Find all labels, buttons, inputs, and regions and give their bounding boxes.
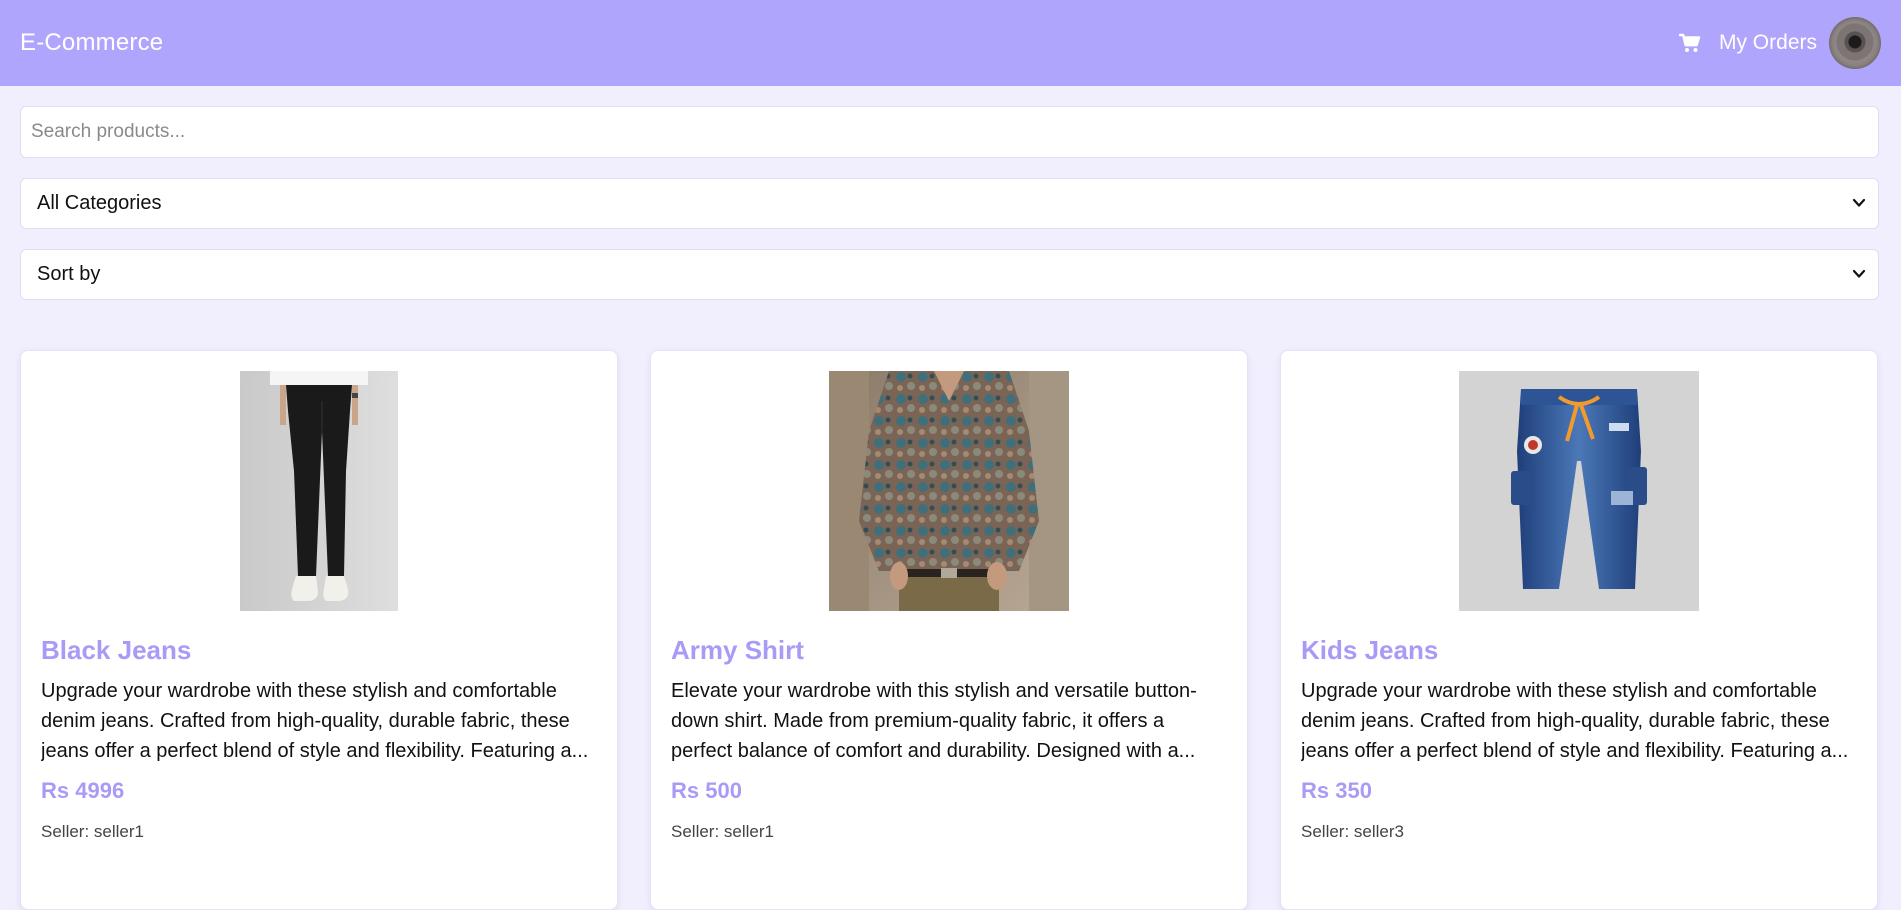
product-description: Elevate your wardrobe with this stylish …: [671, 680, 1197, 762]
category-select-value: All Categories: [37, 192, 162, 214]
nav-right: My Orders: [1678, 17, 1881, 69]
filters-section: All Categories Sort by: [0, 86, 1901, 300]
product-card[interactable]: Kids Jeans Upgrade your wardrobe with th…: [1280, 350, 1878, 910]
product-price: Rs 4996: [41, 778, 125, 803]
product-seller: Seller: seller1: [41, 822, 144, 841]
sort-select-value: Sort by: [37, 263, 101, 285]
cart-button[interactable]: [1678, 33, 1701, 53]
product-price: Rs 350: [1301, 778, 1372, 803]
product-description: Upgrade your wardrobe with these stylish…: [1301, 680, 1849, 762]
avatar[interactable]: [1829, 17, 1881, 69]
product-title[interactable]: Kids Jeans: [1301, 635, 1857, 666]
chevron-down-icon: [1852, 195, 1866, 213]
my-orders-link[interactable]: My Orders: [1719, 31, 1817, 55]
product-card[interactable]: Army Shirt Elevate your wardrobe with th…: [650, 350, 1248, 910]
product-image-wrap: [41, 371, 597, 611]
product-card[interactable]: Black Jeans Upgrade your wardrobe with t…: [20, 350, 618, 910]
product-image-wrap: [1301, 371, 1857, 611]
navbar: E-Commerce My Orders: [0, 0, 1901, 86]
product-image: [829, 371, 1069, 611]
product-title[interactable]: Army Shirt: [671, 635, 1227, 666]
product-description: Upgrade your wardrobe with these stylish…: [41, 680, 589, 762]
product-grid: Black Jeans Upgrade your wardrobe with t…: [0, 300, 1901, 910]
product-image: [240, 371, 398, 611]
product-image: [1459, 371, 1699, 611]
chevron-down-icon: [1852, 266, 1866, 284]
category-select[interactable]: All Categories: [20, 178, 1879, 229]
shopping-cart-icon: [1678, 33, 1701, 53]
product-price: Rs 500: [671, 778, 742, 803]
product-seller: Seller: seller3: [1301, 822, 1404, 841]
product-title[interactable]: Black Jeans: [41, 635, 597, 666]
brand-logo[interactable]: E-Commerce: [20, 29, 163, 57]
sort-select[interactable]: Sort by: [20, 249, 1879, 300]
search-input[interactable]: [20, 106, 1879, 158]
product-image-wrap: [671, 371, 1227, 611]
product-seller: Seller: seller1: [671, 822, 774, 841]
